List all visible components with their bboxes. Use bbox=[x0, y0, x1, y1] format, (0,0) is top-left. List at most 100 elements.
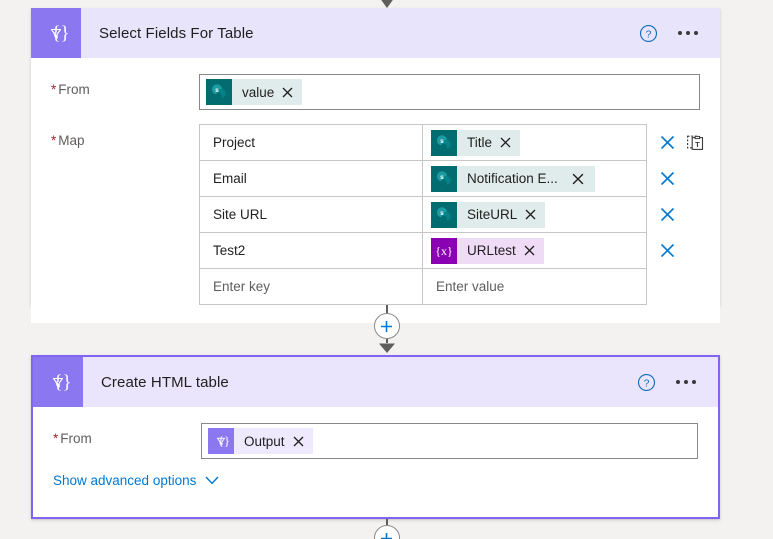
svg-text:{x}: {x} bbox=[435, 244, 453, 258]
flow-expression-icon: { } bbox=[33, 357, 83, 407]
token-label: value bbox=[242, 84, 275, 100]
svg-text:?: ? bbox=[644, 378, 650, 389]
new-key-input[interactable]: Enter key bbox=[200, 269, 423, 304]
card-title: Create HTML table bbox=[101, 373, 229, 391]
card-header[interactable]: { } Select Fields For Table ? bbox=[31, 8, 720, 58]
required-marker: * bbox=[51, 82, 57, 97]
token-label: Title bbox=[467, 135, 493, 150]
arrow-down-icon bbox=[378, 343, 395, 353]
map-value-cell[interactable]: {x} URLtest bbox=[423, 233, 646, 268]
svg-text:T: T bbox=[695, 140, 700, 149]
field-label-from: * From bbox=[51, 74, 199, 97]
svg-text:?: ? bbox=[646, 29, 652, 40]
ellipsis-icon[interactable] bbox=[674, 374, 698, 390]
required-marker: * bbox=[53, 431, 59, 446]
svg-text:}: } bbox=[62, 372, 71, 393]
field-label-from: * From bbox=[53, 423, 201, 446]
row-actions bbox=[646, 161, 675, 196]
sharepoint-icon: s bbox=[431, 165, 457, 192]
chevron-down-icon bbox=[205, 476, 219, 485]
token-label: Output bbox=[244, 433, 285, 449]
table-row[interactable]: Project s Title T bbox=[200, 125, 704, 161]
token-urltest[interactable]: {x} URLtest bbox=[431, 237, 544, 264]
ellipsis-icon[interactable] bbox=[676, 25, 700, 41]
card-title: Select Fields For Table bbox=[99, 24, 254, 42]
card-body: * From s value * Map Project s Title T E… bbox=[31, 58, 720, 323]
help-circle-icon[interactable]: ? bbox=[637, 373, 656, 392]
svg-text:s: s bbox=[440, 210, 444, 217]
map-table: Project s Title T Email s Notification E… bbox=[199, 124, 704, 305]
action-card-select-fields[interactable]: { } Select Fields For Table ? * From s v… bbox=[31, 8, 720, 323]
flow-expression-icon: { } bbox=[208, 428, 234, 454]
close-icon[interactable] bbox=[500, 137, 520, 148]
svg-text:s: s bbox=[440, 138, 444, 145]
field-label-text: From bbox=[58, 82, 90, 97]
add-step-button[interactable] bbox=[373, 313, 400, 339]
field-control-from: s value bbox=[199, 74, 700, 110]
token-output[interactable]: { } Output bbox=[208, 428, 313, 454]
show-advanced-options-link[interactable]: Show advanced options bbox=[53, 473, 219, 488]
close-icon[interactable] bbox=[660, 243, 675, 258]
card-header-actions: ? bbox=[637, 373, 718, 392]
field-control-from: { } Output bbox=[201, 423, 698, 459]
required-marker: * bbox=[51, 133, 57, 148]
token-label: URLtest bbox=[467, 243, 516, 258]
plus-icon bbox=[381, 532, 392, 539]
card-body: * From { } Output Show advanced options bbox=[33, 407, 718, 508]
sharepoint-icon: s bbox=[206, 79, 232, 105]
help-circle-icon[interactable]: ? bbox=[639, 24, 658, 43]
map-value-cell[interactable]: s SiteURL bbox=[423, 197, 646, 232]
map-key-cell[interactable]: Test2 bbox=[200, 233, 423, 268]
close-icon[interactable] bbox=[524, 245, 544, 256]
card-header-actions: ? bbox=[639, 24, 720, 43]
from-input[interactable]: s value bbox=[199, 74, 700, 110]
svg-text:{: { bbox=[53, 372, 62, 393]
table-row[interactable]: Test2 {x} URLtest bbox=[200, 233, 675, 269]
table-row-new[interactable]: Enter key Enter value bbox=[200, 269, 646, 305]
connector-bottom bbox=[0, 519, 773, 539]
new-value-input[interactable]: Enter value bbox=[423, 269, 646, 304]
token-siteurl[interactable]: s SiteURL bbox=[431, 201, 546, 228]
token-value[interactable]: s value bbox=[206, 79, 303, 105]
map-value-cell[interactable]: s Notification E... bbox=[423, 161, 646, 196]
close-icon[interactable] bbox=[525, 209, 545, 220]
plus-icon bbox=[381, 320, 392, 332]
map-key-cell[interactable]: Site URL bbox=[200, 197, 423, 232]
table-row[interactable]: Site URL s SiteURL bbox=[200, 197, 675, 233]
svg-text:s: s bbox=[215, 87, 219, 94]
map-key-cell[interactable]: Email bbox=[200, 161, 423, 196]
variable-icon: {x} bbox=[431, 237, 457, 264]
svg-text:{: { bbox=[51, 23, 60, 44]
row-actions bbox=[646, 233, 675, 268]
field-label-text: Map bbox=[58, 133, 85, 148]
close-icon[interactable] bbox=[660, 171, 675, 186]
field-label-text: From bbox=[60, 431, 92, 446]
field-label-map: * Map bbox=[51, 124, 199, 148]
token-title[interactable]: s Title bbox=[431, 129, 521, 156]
map-key-cell[interactable]: Project bbox=[200, 125, 423, 160]
flow-expression-icon: { } bbox=[31, 8, 81, 58]
card-header[interactable]: { } Create HTML table ? bbox=[33, 357, 718, 407]
field-row-from: * From { } Output bbox=[53, 423, 698, 459]
show-advanced-options-label: Show advanced options bbox=[53, 473, 197, 488]
row-actions: T bbox=[646, 125, 704, 160]
add-step-button[interactable] bbox=[373, 525, 400, 539]
svg-text:}: } bbox=[60, 23, 69, 44]
close-icon[interactable] bbox=[282, 87, 302, 98]
row-actions bbox=[646, 197, 675, 232]
field-row-map: * Map Project s Title T Email s Notifica… bbox=[51, 124, 704, 305]
close-icon[interactable] bbox=[660, 135, 675, 150]
sharepoint-icon: s bbox=[431, 129, 457, 156]
close-icon[interactable] bbox=[566, 173, 595, 185]
token-label: Notification E... bbox=[467, 171, 558, 186]
close-icon[interactable] bbox=[660, 207, 675, 222]
from-input[interactable]: { } Output bbox=[201, 423, 698, 459]
flow-designer-canvas: { } Select Fields For Table ? * From s v… bbox=[0, 0, 773, 539]
map-value-cell[interactable]: s Title bbox=[423, 125, 646, 160]
close-icon[interactable] bbox=[293, 436, 313, 447]
table-row[interactable]: Email s Notification E... bbox=[200, 161, 675, 197]
paste-text-icon[interactable]: T bbox=[687, 134, 704, 151]
token-notification-email[interactable]: s Notification E... bbox=[431, 165, 595, 192]
token-label: SiteURL bbox=[467, 207, 518, 222]
action-card-create-html-table[interactable]: { } Create HTML table ? * From {} Outpu… bbox=[31, 355, 720, 519]
